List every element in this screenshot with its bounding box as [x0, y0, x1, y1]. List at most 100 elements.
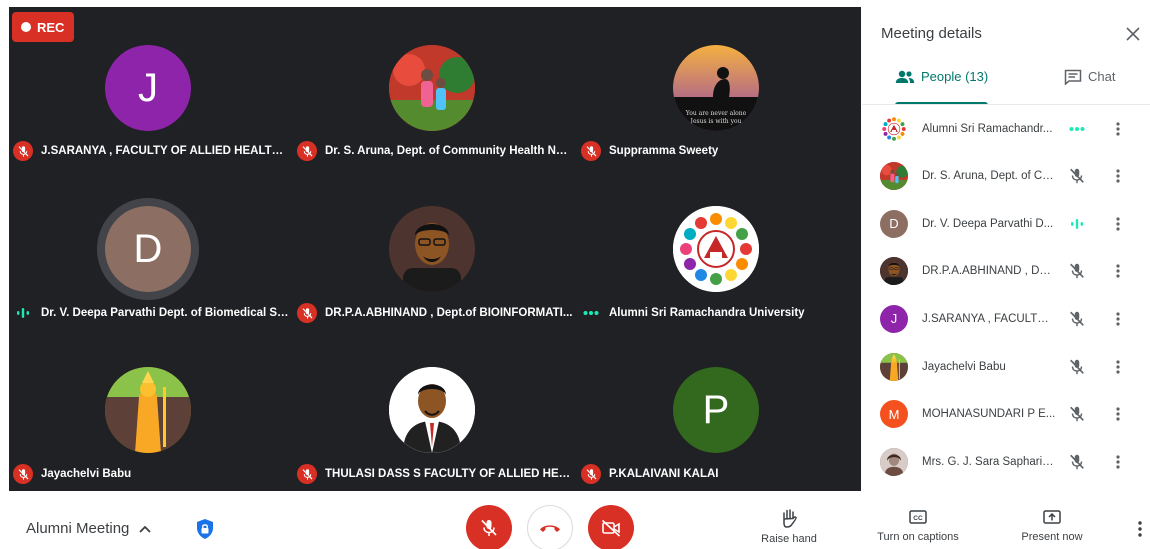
svg-text:Jesus is with you: Jesus is with you — [690, 118, 742, 125]
muted-badge — [581, 141, 601, 161]
present-now-button[interactable]: Present now — [1017, 508, 1087, 543]
captions-button[interactable]: CC Turn on captions — [871, 508, 965, 543]
mic-off-icon — [481, 519, 497, 536]
activity-badge — [581, 303, 601, 323]
host-controls-button[interactable] — [193, 516, 217, 542]
shield-lock-icon — [197, 519, 213, 539]
svg-text:CC: CC — [913, 515, 923, 522]
microphone-toggle-button[interactable] — [466, 505, 512, 549]
participant-name: Alumni Sri Ramachandra University — [609, 307, 805, 319]
participant-more-button[interactable] — [1108, 212, 1128, 236]
participant-tile: Alumni Sri Ramachandra University — [577, 168, 861, 329]
participant-name: Dr. S. Aruna, Dept. of Co... — [922, 170, 1056, 183]
mic-off-icon — [1070, 263, 1084, 279]
mic-off-icon — [1070, 168, 1084, 184]
tab-chat[interactable]: Chat — [1064, 69, 1115, 103]
participant-avatar — [880, 447, 908, 476]
participant-audio-status — [1065, 117, 1089, 141]
tab-people[interactable]: People (13) — [895, 69, 989, 105]
participant-audio-status — [1065, 259, 1089, 283]
close-panel-button[interactable] — [1122, 23, 1144, 45]
muted-badge — [297, 141, 317, 161]
participant-tile: D Dr. V. Deepa Parvathi Dept. of Biomedic… — [9, 168, 293, 329]
mic-off-icon — [18, 468, 28, 480]
more-vert-icon — [1116, 455, 1120, 469]
participant-avatar — [880, 114, 908, 143]
raise-hand-button[interactable]: Raise hand — [760, 508, 818, 545]
participant-more-button[interactable] — [1108, 164, 1128, 188]
more-options-button[interactable] — [1131, 517, 1149, 541]
participant-name-bar: Dr. S. Aruna, Dept. of Community Health … — [297, 140, 573, 162]
participant-more-button[interactable] — [1108, 117, 1128, 141]
participant-more-button[interactable] — [1108, 402, 1128, 426]
more-vert-icon — [1116, 264, 1120, 278]
participant-row[interactable]: Dr. S. Aruna, Dept. of Co... — [862, 153, 1150, 200]
participant-name-bar: J.SARANYA , FACULTY OF ALLIED HEALTH S..… — [13, 140, 289, 162]
participant-avatar — [673, 206, 759, 292]
participant-row[interactable]: Mrs. G. J. Sara Sapharin... — [862, 438, 1150, 485]
speaking-indicator-icon — [1071, 218, 1083, 229]
participant-avatar: D — [105, 206, 191, 292]
muted-badge — [297, 464, 317, 484]
participant-audio-status — [1065, 307, 1089, 331]
participant-name: Alumni Sri Ramachandr... — [922, 122, 1053, 135]
meeting-details-toggle[interactable]: Alumni Meeting — [26, 520, 152, 537]
raise-hand-label: Raise hand — [761, 533, 817, 545]
participant-row[interactable]: Jayachelvi Babu — [862, 343, 1150, 390]
participant-avatar — [880, 352, 908, 381]
participant-name: DR.P.A.ABHINAND , Dept.of BIOINFORMATI..… — [325, 307, 573, 319]
participant-name: Dr. V. Deepa Parvathi Dept. of Biomedica… — [41, 307, 289, 319]
present-now-label: Present now — [1021, 531, 1083, 543]
participant-more-button[interactable] — [1108, 307, 1128, 331]
participant-avatar — [389, 206, 475, 292]
tab-chat-label: Chat — [1088, 69, 1116, 84]
more-vert-icon — [1116, 217, 1120, 231]
hang-up-icon — [540, 525, 560, 532]
speaking-badge — [13, 303, 33, 323]
mic-off-icon — [302, 145, 312, 157]
video-grid: REC J J.SARANYA , FACULTY OF ALLIED HEALT… — [9, 7, 861, 491]
participant-more-button[interactable] — [1108, 259, 1128, 283]
chevron-up-icon — [139, 525, 152, 533]
photo-avatar-icon — [880, 257, 908, 286]
leave-call-button[interactable] — [527, 505, 573, 549]
participant-name: MOHANASUNDARI P E... — [922, 408, 1056, 421]
photo-avatar-icon: You are never aloneJesus is with you — [673, 45, 759, 131]
participant-name-bar: P.KALAIVANI KALAI — [581, 463, 718, 485]
photo-avatar-icon — [880, 447, 908, 476]
participant-row[interactable]: D Dr. V. Deepa Parvathi D... — [862, 200, 1150, 247]
more-vert-icon — [1116, 312, 1120, 326]
participant-row[interactable]: Alumni Sri Ramachandr... — [862, 105, 1150, 152]
participant-audio-status — [1065, 450, 1089, 474]
participant-avatar — [880, 257, 908, 286]
participant-name: THULASI DASS S FACULTY OF ALLIED HEAL... — [325, 468, 573, 480]
participant-row[interactable]: J J.SARANYA , FACULTY ... — [862, 295, 1150, 342]
mic-off-icon — [1070, 359, 1084, 374]
logo-avatar-icon — [673, 206, 759, 292]
people-icon — [895, 70, 915, 83]
participant-name: Dr. S. Aruna, Dept. of Community Health … — [325, 145, 573, 157]
camera-toggle-button[interactable] — [588, 505, 634, 549]
participant-audio-status — [1065, 402, 1089, 426]
speaking-indicator-icon — [17, 308, 29, 318]
participant-name: Dr. V. Deepa Parvathi D... — [922, 217, 1054, 230]
participant-name-bar: Alumni Sri Ramachandra University — [581, 302, 805, 324]
hand-icon — [783, 509, 797, 528]
participant-more-button[interactable] — [1108, 355, 1128, 379]
logo-avatar-icon — [880, 114, 908, 143]
participant-avatar — [389, 45, 475, 131]
mic-off-icon — [1070, 454, 1084, 469]
participant-tile: Jayachelvi Babu — [9, 329, 293, 490]
participant-avatar — [880, 162, 908, 191]
participant-name-bar: Dr. V. Deepa Parvathi Dept. of Biomedica… — [13, 302, 289, 324]
participant-more-button[interactable] — [1108, 450, 1128, 474]
participant-tile: J J.SARANYA , FACULTY OF ALLIED HEALTH S.… — [9, 7, 293, 168]
photo-avatar-icon — [389, 45, 475, 131]
photo-avatar-icon — [880, 352, 908, 381]
participant-row[interactable]: DR.P.A.ABHINAND , Dep... — [862, 248, 1150, 295]
more-vert-icon — [1116, 359, 1120, 374]
participant-row[interactable]: M MOHANASUNDARI P E... — [862, 391, 1150, 438]
mic-off-icon — [302, 307, 312, 319]
mic-off-icon — [586, 145, 596, 157]
photo-avatar-icon — [389, 367, 475, 453]
